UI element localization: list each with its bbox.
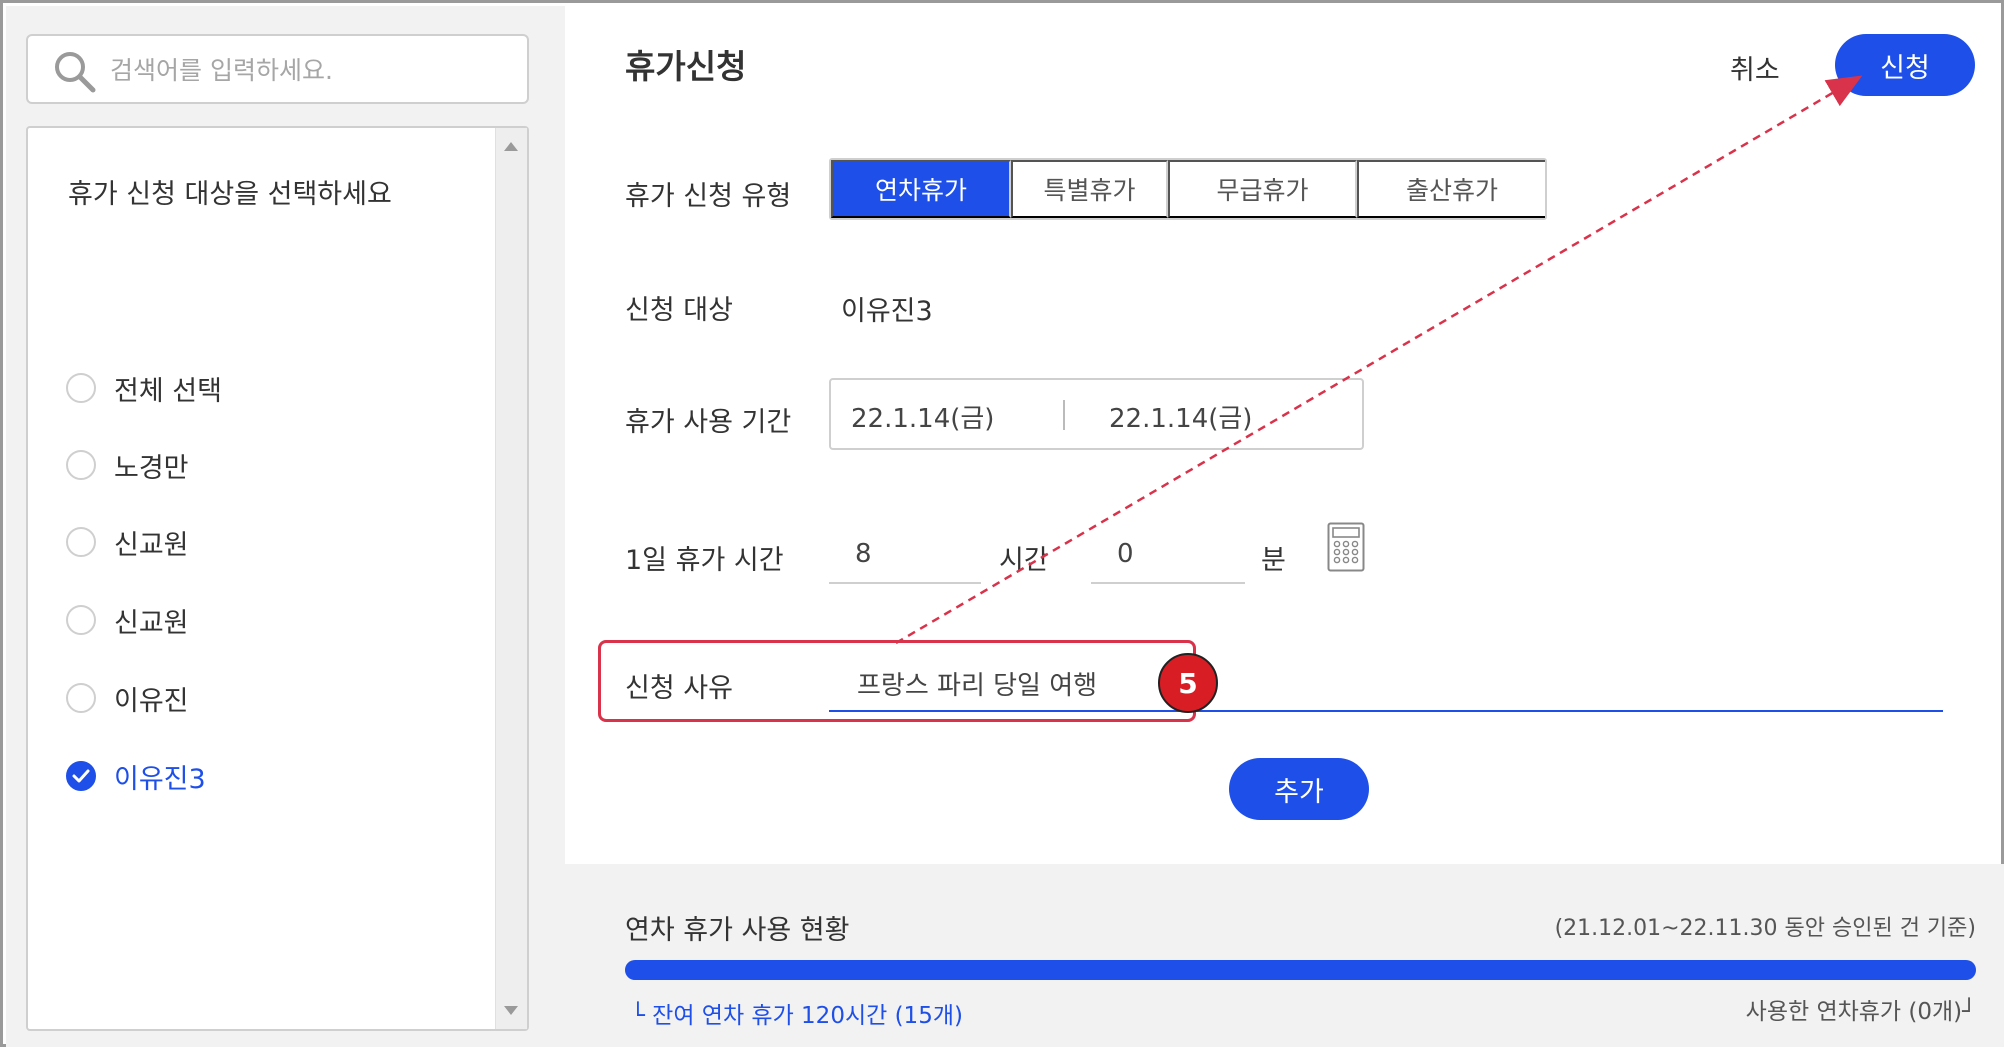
checkmark-icon [72,769,90,783]
tab-special-leave[interactable]: 특별휴가 [1011,160,1168,218]
usage-progress-bar [625,960,1976,980]
daily-time-label: 1일 휴가 시간 [625,545,784,576]
reason-highlight-box [598,640,1196,722]
target-option-select-all[interactable]: 전체 선택 [66,368,222,408]
date-separator [1063,400,1065,430]
leave-type-tabs: 연차휴가 특별휴가 무급휴가 출산휴가 [829,158,1547,220]
radio-unchecked-icon[interactable] [66,450,96,480]
used-leave-label: 사용한 연차휴가 (0개)┘ [1745,999,1976,1025]
tab-annual-leave[interactable]: 연차휴가 [831,160,1011,218]
target-value: 이유진3 [841,296,933,327]
search-icon [55,52,96,93]
tab-unpaid-leave[interactable]: 무급휴가 [1168,160,1357,218]
remaining-leave-label: └ 잔여 연차 휴가 120시간 (15개) [631,1003,963,1029]
usage-period-note: (21.12.01~22.11.30 동안 승인된 건 기준) [1554,916,1976,941]
start-date[interactable]: 22.1.14(금) [851,398,994,435]
minutes-input[interactable] [1091,526,1245,584]
search-input[interactable] [110,48,510,92]
target-option-label: 이유진 [114,685,189,717]
search-box [26,34,529,104]
target-option-label: 전체 선택 [114,375,222,407]
target-panel: 휴가 신청 대상을 선택하세요 전체 선택 노경만 신교원 신교원 이유진 [6,6,565,1047]
radio-checked-icon[interactable] [66,761,96,791]
radio-unchecked-icon[interactable] [66,373,96,403]
target-option[interactable]: 신교원 [66,600,189,640]
app-window: 휴가 신청 대상을 선택하세요 전체 선택 노경만 신교원 신교원 이유진 [0,0,2004,1047]
radio-unchecked-icon[interactable] [66,605,96,635]
target-option-label: 신교원 [114,607,189,639]
target-option[interactable]: 신교원 [66,522,189,562]
usage-title: 연차 휴가 사용 현황 [625,915,850,946]
leave-form-panel: 휴가신청 취소 신청 휴가 신청 유형 연차휴가 특별휴가 무급휴가 출산휴가 … [565,6,2004,1047]
hours-unit: 시간 [999,545,1049,576]
annual-leave-usage-section: 연차 휴가 사용 현황 (21.12.01~22.11.30 동안 승인된 건 … [565,864,2004,1047]
usage-progress-fill [625,960,1976,980]
calculator-icon[interactable] [1327,522,1365,572]
radio-unchecked-icon[interactable] [66,683,96,713]
minutes-unit: 분 [1261,545,1286,576]
target-label: 신청 대상 [625,295,733,326]
target-option-selected[interactable]: 이유진3 [66,756,206,796]
target-list-title: 휴가 신청 대상을 선택하세요 [68,179,392,210]
radio-unchecked-icon[interactable] [66,527,96,557]
scroll-down-icon[interactable] [504,1006,518,1015]
type-label: 휴가 신청 유형 [625,181,792,212]
end-date[interactable]: 22.1.14(금) [1109,398,1252,435]
step-badge: 5 [1158,653,1218,713]
scroll-up-icon[interactable] [504,142,518,151]
list-scrollbar[interactable] [495,128,527,1029]
period-label: 휴가 사용 기간 [625,407,792,438]
target-option-label: 이유진3 [114,763,206,795]
target-option[interactable]: 이유진 [66,678,189,718]
submit-button[interactable]: 신청 [1835,34,1975,96]
target-list: 휴가 신청 대상을 선택하세요 전체 선택 노경만 신교원 신교원 이유진 이유… [26,126,529,1031]
target-option-label: 노경만 [114,452,189,484]
tab-maternity-leave[interactable]: 출산휴가 [1357,160,1545,218]
hours-input[interactable] [829,526,981,584]
target-option[interactable]: 노경만 [66,445,189,485]
target-option-label: 신교원 [114,529,189,561]
cancel-button[interactable]: 취소 [1730,48,1780,87]
date-range-picker[interactable]: 22.1.14(금) 22.1.14(금) [829,378,1364,450]
add-button[interactable]: 추가 [1229,758,1369,820]
page-title: 휴가신청 [625,47,747,86]
